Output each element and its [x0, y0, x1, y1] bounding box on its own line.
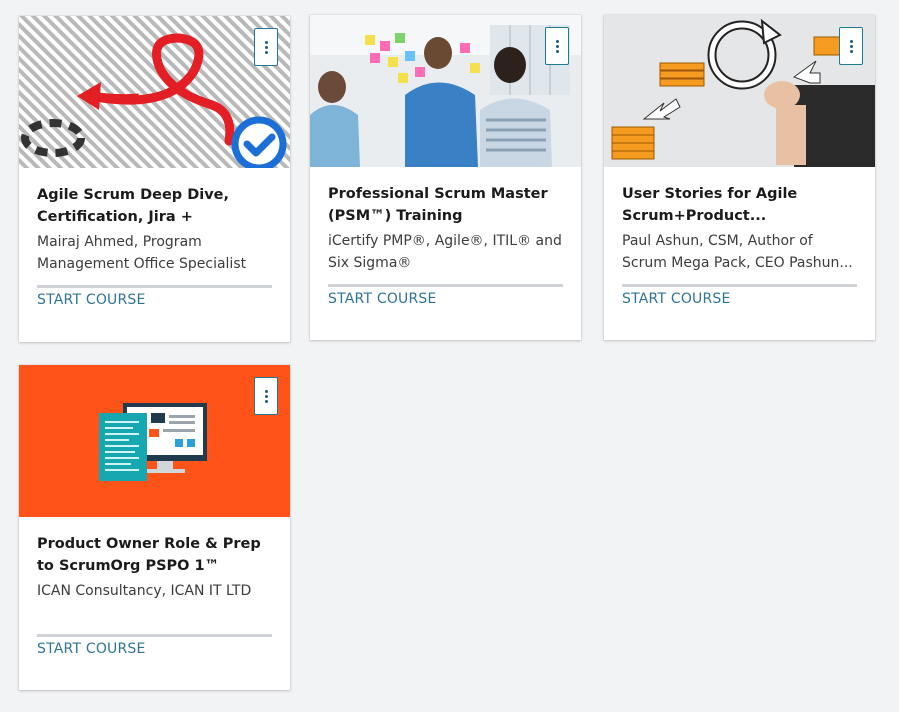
course-card[interactable]: Product Owner Role & Prep to ScrumOrg PS… [19, 365, 290, 690]
course-menu-button[interactable] [545, 27, 569, 65]
start-course-link[interactable]: START COURSE [37, 641, 272, 657]
course-menu-button[interactable] [254, 377, 278, 415]
team-meeting-photo [310, 15, 581, 167]
course-author: Paul Ashun, CSM, Author of Scrum Mega Pa… [622, 233, 853, 271]
course-author: ICAN Consultancy, ICAN IT LTD [37, 583, 252, 599]
vertical-ellipsis-icon [849, 39, 853, 43]
progress-bar [328, 284, 563, 287]
vertical-ellipsis-icon [555, 39, 559, 43]
course-card[interactable]: User Stories for Agile Scrum+Product... … [604, 15, 875, 340]
course-card[interactable]: Agile Scrum Deep Dive, Certification, Ji… [19, 16, 290, 342]
course-thumbnail[interactable] [19, 16, 290, 168]
start-course-link[interactable]: START COURSE [328, 291, 563, 307]
user-stories-process-illustration [604, 15, 875, 167]
start-course-link[interactable]: START COURSE [37, 292, 272, 308]
vertical-ellipsis-icon [264, 40, 268, 44]
course-thumbnail[interactable] [19, 365, 290, 517]
course-card[interactable]: Professional Scrum Master (PSM™) Trainin… [310, 15, 581, 340]
course-menu-button[interactable] [254, 28, 278, 66]
vertical-ellipsis-icon [264, 389, 268, 393]
progress-bar [37, 634, 272, 637]
progress-bar [37, 285, 272, 288]
course-title[interactable]: Professional Scrum Master (PSM™) Trainin… [328, 183, 563, 227]
start-course-link[interactable]: START COURSE [622, 291, 857, 307]
course-thumbnail[interactable] [310, 15, 581, 167]
course-author: iCertify PMP®, Agile®, ITIL® and Six Sig… [328, 233, 562, 271]
course-thumbnail[interactable] [604, 15, 875, 167]
course-menu-button[interactable] [839, 27, 863, 65]
course-author: Mairaj Ahmed, Program Management Office … [37, 234, 247, 272]
course-title[interactable]: User Stories for Agile Scrum+Product... [622, 183, 857, 227]
course-title[interactable]: Agile Scrum Deep Dive, Certification, Ji… [37, 184, 272, 228]
course-title[interactable]: Product Owner Role & Prep to ScrumOrg PS… [37, 533, 272, 577]
progress-bar [622, 284, 857, 287]
scrum-cycle-illustration [19, 16, 290, 168]
monitor-document-illustration [19, 365, 290, 517]
